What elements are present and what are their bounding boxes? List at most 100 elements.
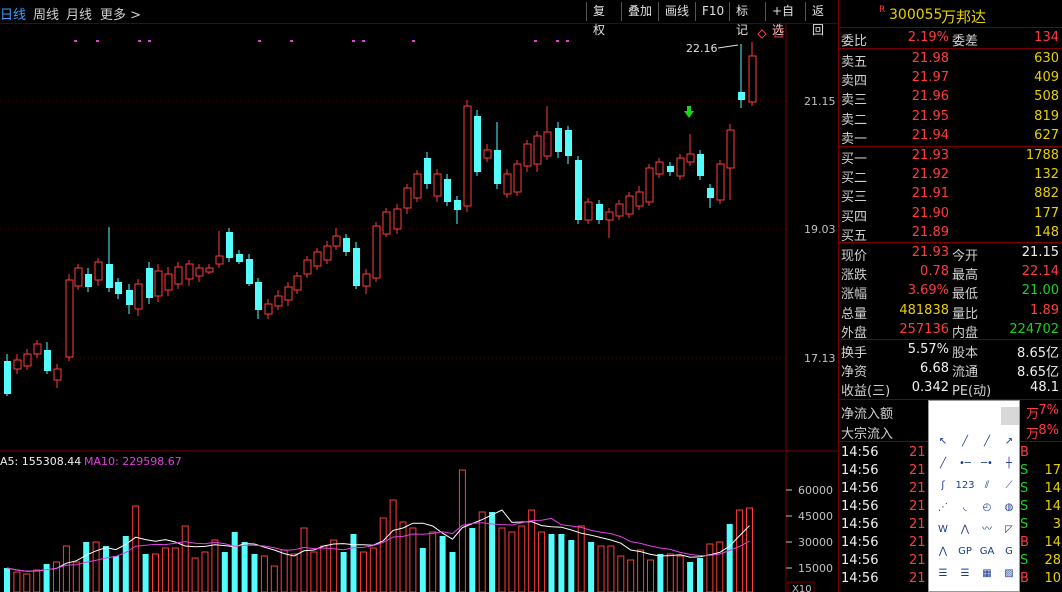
gann-icon[interactable]: G [999, 543, 1019, 561]
tab-monthly[interactable]: 月线 [66, 4, 92, 23]
tick-price: 21 [909, 481, 926, 496]
bid-row[interactable]: 买四 21.90 177 [839, 205, 1062, 225]
signal-dash [290, 40, 293, 42]
tick-flag: S [1020, 517, 1029, 532]
arc-icon[interactable]: ◟ [955, 499, 975, 517]
ray-icon[interactable]: ╱ [977, 433, 997, 451]
candle-body [635, 191, 644, 207]
segment-icon[interactable]: ╱ [933, 455, 953, 473]
circle-icon[interactable]: ◴ [977, 499, 997, 517]
candle-body [205, 267, 214, 273]
ask-price: 21.97 [911, 70, 949, 86]
fundamental-row: 收益(三) 0.342 PE(动) 48.1 [839, 379, 1062, 399]
m-pattern-icon[interactable]: ⋀ [933, 543, 953, 561]
tick-time: 14:56 [841, 499, 879, 514]
ask-price: 21.95 [911, 108, 949, 124]
cursor-icon[interactable]: ↖ [933, 433, 953, 451]
trend-icon[interactable]: 〰 [977, 521, 997, 539]
volume-bar [300, 527, 308, 592]
bid-row[interactable]: 买五 21.89 148 [839, 224, 1062, 244]
diamond-icon[interactable] [757, 29, 767, 39]
candle-body [255, 282, 262, 310]
candle-body [543, 131, 552, 157]
grid-icon[interactable]: ▦ [977, 565, 997, 583]
arrow-line-icon[interactable]: ↗ [999, 433, 1019, 451]
tab-daily[interactable]: 日线 [0, 4, 26, 23]
tab-more[interactable]: 更多 > [100, 4, 141, 23]
signal-dash [566, 40, 569, 42]
ask-price: 21.94 [911, 127, 949, 143]
candlestick-chart[interactable]: 21.15 19.03 17.13 22.16 [0, 24, 838, 452]
price-line-icon[interactable]: ─• [977, 455, 997, 473]
ask-row[interactable]: 卖五 21.98 630 [839, 50, 1062, 70]
stat-value: 21.15 [1021, 245, 1059, 260]
volume-bar [92, 541, 100, 592]
window-icon[interactable] [774, 28, 783, 38]
bid-price: 21.91 [911, 186, 949, 202]
ga-icon[interactable]: GA [977, 543, 997, 561]
gp-icon[interactable]: GP [955, 543, 975, 561]
candle-body [215, 255, 224, 265]
drawing-tools-palette[interactable]: ↖ ╱ ╱ ↗ ╱ •─ ─• ┼ ʃ 123 ⫽ ⟋ ⋰ ◟ ◴ ◍ W ⋀ 〰 ◸ ⋀ GP GA G ☰ ☰ ▦ ▨ [928, 400, 1020, 592]
draw-line-button[interactable]: 画线 [658, 2, 695, 21]
bid-row[interactable]: 买三 21.91 882 [839, 185, 1062, 205]
box-text-icon[interactable]: ☰ [955, 565, 975, 583]
zigzag-icon[interactable]: ⋀ [955, 521, 975, 539]
w-pattern-icon[interactable]: W [933, 521, 953, 539]
tab-weekly[interactable]: 周线 [33, 4, 59, 23]
candle-body [313, 251, 322, 267]
ask-price: 21.98 [911, 51, 949, 66]
tick-price: 21 [909, 445, 926, 460]
volume-bar [221, 552, 228, 592]
volume-chart[interactable]: 60000 45000 30000 15000 X10 [0, 452, 838, 592]
cycle-icon[interactable]: ◍ [999, 499, 1019, 517]
bid-row[interactable]: 买二 21.92 132 [839, 166, 1062, 186]
fan-icon[interactable]: ⟋ [999, 477, 1019, 495]
ask-row[interactable]: 卖三 21.96 508 [839, 88, 1062, 108]
palette-handle[interactable] [1001, 407, 1019, 425]
tick-time: 14:56 [841, 463, 879, 478]
back-button[interactable]: 返回 [805, 2, 838, 37]
hatch-icon[interactable]: ▨ [999, 565, 1019, 583]
stat-row: 总量 481838 量比 1.89 [839, 302, 1062, 322]
ask-row[interactable]: 卖二 21.95 819 [839, 108, 1062, 128]
stat-row: 涨幅 3.69% 最低 21.00 [839, 282, 1062, 302]
volume-bar [191, 557, 199, 592]
add-watchlist-button[interactable]: +自选 [765, 2, 805, 37]
wave-count-icon[interactable]: 123 [955, 477, 975, 495]
fundamental-value: 8.65亿 [1017, 346, 1059, 361]
restore-rights-button[interactable]: 复权 [586, 2, 621, 37]
fibonacci-icon[interactable]: ⋰ [933, 499, 953, 517]
line-icon[interactable]: ╱ [955, 433, 975, 451]
candle-body [353, 248, 360, 286]
volume-bar [43, 564, 50, 592]
triangle-icon[interactable]: ◸ [999, 521, 1019, 539]
bid-row[interactable]: 买一 21.93 1788 [839, 147, 1062, 167]
volume-bar [350, 534, 357, 592]
candle-body [393, 208, 402, 230]
ask-row[interactable]: 卖一 21.94 627 [839, 127, 1062, 147]
volume-bar [241, 542, 248, 592]
signal-dash [258, 40, 261, 42]
fundamental-label: 股本 [952, 346, 979, 361]
stat-value: 22.14 [1021, 264, 1059, 280]
flow-percent: 7% [1038, 403, 1059, 418]
fundamental-label: 流通 [952, 365, 979, 381]
volume-bar [627, 559, 635, 592]
horizontal-line-icon[interactable]: •─ [955, 455, 975, 473]
candle-body [65, 279, 74, 358]
mark-button[interactable]: 标记 [729, 2, 765, 37]
overlay-button[interactable]: 叠加 [621, 2, 658, 21]
f10-button[interactable]: F10 [695, 2, 729, 21]
parallel-icon[interactable]: ʃ [933, 477, 953, 495]
candle-body [94, 261, 103, 281]
volume-bar [201, 551, 209, 592]
ask-row[interactable]: 卖四 21.97 409 [839, 69, 1062, 89]
channel-icon[interactable]: ⫽ [977, 477, 997, 495]
vertical-line-icon[interactable]: ┼ [999, 455, 1019, 473]
candle-body [164, 273, 173, 291]
volume-bar [508, 531, 516, 592]
text-icon[interactable]: ☰ [933, 565, 953, 583]
volume-bar [62, 545, 70, 592]
volume-bar [83, 542, 90, 592]
